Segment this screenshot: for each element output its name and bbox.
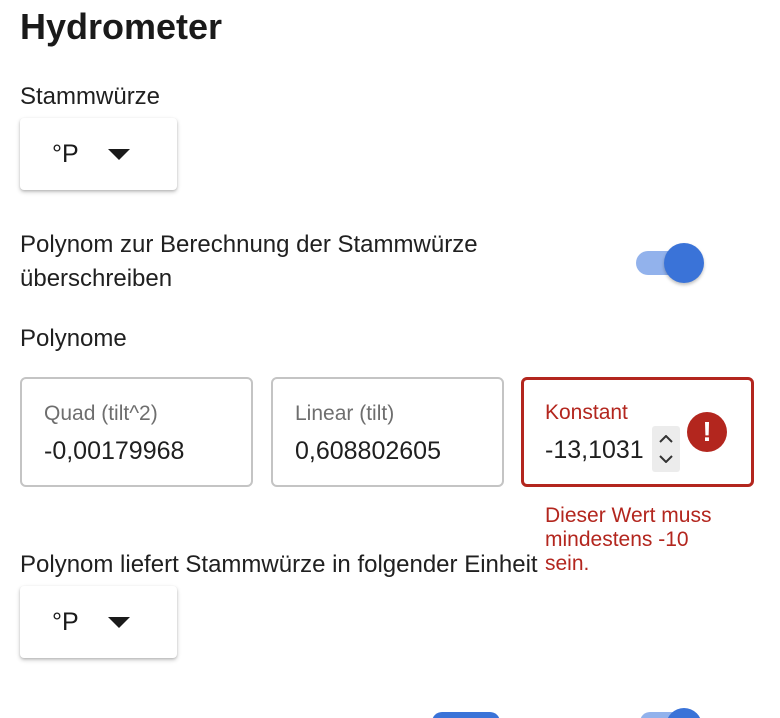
- result-unit-label: Polynom liefert Stammwürze in folgender …: [20, 551, 538, 578]
- linear-tilt-label: Linear (tilt): [295, 402, 395, 425]
- gravity-unit-label: Stammwürze: [20, 83, 161, 110]
- quad-tilt-field[interactable]: Quad (tilt^2): [20, 377, 253, 487]
- caret-down-icon: [108, 149, 130, 160]
- error-exclamation-icon: !: [687, 412, 727, 452]
- gravity-unit-select[interactable]: °P: [20, 118, 177, 190]
- gravity-unit-selected-value: °P: [52, 140, 79, 168]
- chevron-down-icon[interactable]: [659, 455, 673, 463]
- quad-tilt-label: Quad (tilt^2): [44, 402, 158, 425]
- constant-label: Konstant: [545, 401, 628, 424]
- page-title: Hydrometer: [20, 6, 223, 47]
- chevron-up-icon[interactable]: [659, 435, 673, 443]
- constant-field[interactable]: Konstant !: [521, 377, 754, 487]
- override-polynomial-label: Polynom zur Berechnung der Stammwürze üb…: [20, 231, 478, 292]
- linear-tilt-input[interactable]: [295, 433, 481, 469]
- number-spinner[interactable]: [652, 426, 680, 472]
- constant-input[interactable]: [545, 432, 655, 468]
- partial-toggle[interactable]: [432, 712, 500, 718]
- quad-tilt-input[interactable]: [44, 433, 230, 469]
- cut-off-next-row: [0, 706, 780, 718]
- result-unit-select[interactable]: °P: [20, 586, 177, 658]
- toggle-thumb: [664, 243, 704, 283]
- hydrometer-settings-page: Hydrometer Stammwürze °P Polynom zur Ber…: [0, 0, 780, 718]
- polynomials-label: Polynome: [20, 325, 127, 352]
- partial-toggle-thumb: [666, 708, 702, 718]
- result-unit-selected-value: °P: [52, 608, 79, 636]
- linear-tilt-field[interactable]: Linear (tilt): [271, 377, 504, 487]
- override-polynomial-toggle[interactable]: [634, 241, 704, 283]
- caret-down-icon: [108, 617, 130, 628]
- constant-error-message: Dieser Wert muss mindestens -10 sein.: [545, 504, 712, 575]
